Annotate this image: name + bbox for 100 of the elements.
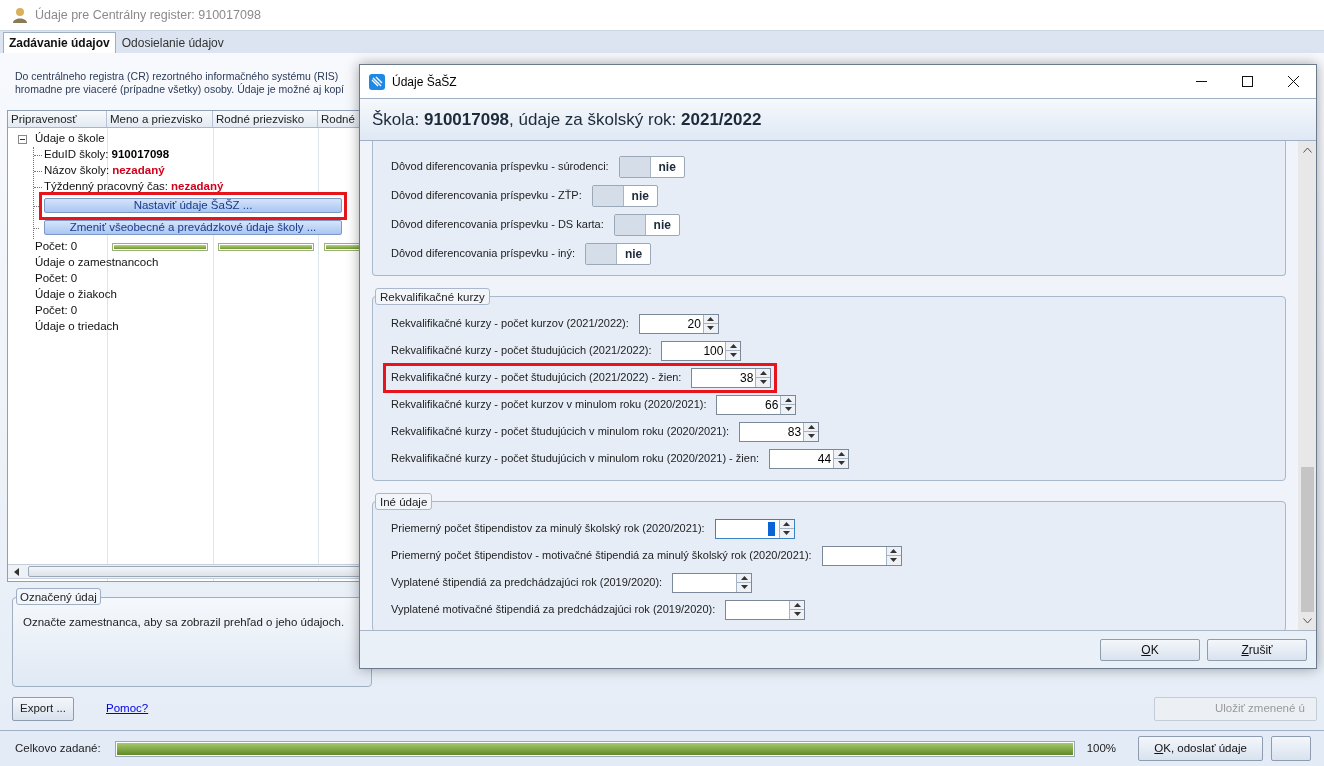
spin-up-button[interactable] (790, 600, 805, 610)
spin-down-button[interactable] (834, 459, 849, 468)
number-spinner[interactable]: 44 (769, 448, 850, 469)
tree-action-button[interactable]: Zmeniť všeobecné a prevádzkové údaje školy ... (44, 220, 342, 236)
field-label: Rekvalifikačné kurzy - počet kurzov v minulom roku (2020/2021): (391, 397, 707, 413)
group-title: Označený údaj (16, 588, 101, 605)
group-title: Iné údaje (375, 493, 433, 510)
export-button[interactable]: Export ... (12, 697, 74, 721)
down-arrow-icon (707, 326, 715, 331)
down-arrow-icon (759, 380, 767, 385)
number-spinner[interactable]: 38 (691, 367, 772, 388)
spin-up-button[interactable] (779, 519, 794, 529)
up-arrow-icon (807, 424, 815, 429)
tree-item-value: 910017098 (111, 147, 170, 163)
field-label: Dôvod diferencovania príspevku - iný: (391, 246, 576, 262)
dialog-button[interactable]: Zrušiť (1207, 638, 1307, 661)
tree-item[interactable]: Počet: 0 (35, 304, 78, 317)
down-arrow-icon (837, 461, 845, 466)
number-value: 38 (740, 369, 754, 387)
up-arrow-icon (740, 575, 748, 580)
send-button[interactable]: OK, odoslať údaje (1138, 736, 1264, 761)
spin-up-button[interactable] (737, 573, 752, 583)
number-value: 83 (787, 423, 802, 441)
field-label: Priemerný počet štipendistov za minulý školský rok (2020/2021): (391, 521, 705, 537)
spin-up-button[interactable] (804, 422, 819, 432)
expander-toggle[interactable] (18, 134, 27, 144)
spin-down-button[interactable] (779, 529, 794, 538)
save-button: Uložiť zmenené ú (1154, 697, 1317, 721)
spin-up-button[interactable] (781, 395, 796, 405)
number-spinner[interactable]: 66 (716, 394, 797, 415)
toggle-switch[interactable]: nie (613, 213, 680, 236)
field-label: Dôvod diferencovania príspevku - ZŤP: (391, 188, 582, 204)
spin-down-button[interactable] (886, 556, 901, 565)
spin-down-button[interactable] (781, 405, 796, 414)
scroll-up-icon (1302, 147, 1312, 153)
info-text: hromadne pre viaceré (prípadne všetky) osoby. Údaje je možné aj kopí (15, 83, 344, 96)
tab[interactable]: Zadávanie údajov (3, 32, 116, 53)
field-label: Vyplatené motivačné štipendiá za predchádzajúci rok (2019/2020): (391, 602, 716, 618)
spin-up-button[interactable] (726, 341, 741, 351)
tree-action-button[interactable]: Nastaviť údaje ŠaŠZ ... (44, 198, 342, 214)
dialog-button[interactable]: OK (1100, 638, 1200, 661)
tree-item-value: nezadaný (171, 179, 224, 195)
toolbar-button[interactable] (1271, 736, 1312, 761)
help-link[interactable]: Pomoc? (106, 700, 149, 718)
column-header[interactable]: Pripravenosť (8, 111, 107, 127)
toggle-switch[interactable]: nie (585, 242, 652, 265)
tree-item[interactable]: Údaje o škole (35, 130, 105, 148)
group-title: Rekvalifikačné kurzy (375, 288, 490, 305)
up-arrow-icon (890, 548, 898, 553)
dialog-title: Údaje ŠaŠZ (392, 73, 457, 91)
up-arrow-icon (707, 316, 715, 321)
number-spinner[interactable]: 100 (661, 340, 742, 361)
spin-down-button[interactable] (804, 432, 819, 441)
info-text: Do centrálneho registra (CR) rezortného informačného systému (RIS) (15, 70, 339, 83)
spin-down-button[interactable] (703, 324, 718, 333)
field-label: Dôvod diferencovania príspevku - súrodenci: (391, 159, 609, 175)
scroll-thumb[interactable] (1300, 467, 1314, 612)
spin-down-button[interactable] (756, 378, 771, 387)
tree-item-label[interactable]: Názov školy: (44, 162, 110, 180)
down-arrow-icon (729, 353, 737, 358)
tree-item[interactable]: Počet: 0 (35, 272, 78, 285)
tree-item[interactable]: Údaje o zamestnancoch (35, 256, 159, 269)
minimize-icon (1195, 81, 1207, 82)
spin-down-button[interactable] (726, 351, 741, 360)
toggle-switch[interactable]: nie (591, 184, 658, 207)
toggle-switch[interactable]: nie (618, 155, 685, 178)
person-icon (12, 7, 28, 23)
column-header[interactable]: Rodné priezvisko (213, 111, 318, 127)
tree-item-label[interactable]: EduID školy: (44, 146, 109, 164)
down-arrow-icon (890, 558, 898, 563)
up-arrow-icon (793, 602, 801, 607)
spin-up-button[interactable] (886, 546, 901, 556)
up-arrow-icon (783, 521, 791, 526)
vertical-scrollbar[interactable] (1298, 141, 1316, 630)
number-spinner[interactable] (725, 599, 806, 620)
spin-down-button[interactable] (790, 610, 805, 619)
spin-up-button[interactable] (703, 314, 718, 324)
tree-item[interactable]: Údaje o triedach (35, 320, 119, 333)
spin-up-button[interactable] (756, 368, 771, 378)
number-spinner[interactable]: 83 (739, 421, 820, 442)
heading-text: Škola: 910017098, údaje za školský rok: 2021/2022 (372, 108, 762, 131)
tree-item[interactable]: Počet: 0 (35, 240, 78, 253)
text-cursor-icon (767, 521, 775, 536)
spin-up-button[interactable] (834, 449, 849, 459)
hint-text: Označte zamestnanca, aby sa zobrazil prehľad o jeho údajoch. (23, 615, 346, 630)
field-label: Rekvalifikačné kurzy - počet kurzov (2021/2022): (391, 316, 629, 332)
spin-down-button[interactable] (737, 583, 752, 592)
number-spinner[interactable] (821, 545, 902, 566)
number-spinner[interactable]: 20 (638, 313, 719, 334)
number-spinner[interactable] (672, 572, 753, 593)
tree-item[interactable]: Údaje o žiakoch (35, 288, 117, 301)
tree-item-label[interactable]: Týždenný pracovný čas: (44, 178, 168, 196)
up-arrow-icon (784, 397, 792, 402)
number-spinner[interactable] (714, 518, 795, 539)
down-arrow-icon (793, 612, 801, 617)
close-icon (1287, 76, 1299, 87)
tab[interactable]: Odosielanie údajov (115, 32, 230, 53)
toggle-text: nie (657, 158, 677, 176)
field-label: Rekvalifikačné kurzy - počet študujúcich v minulom roku (2020/2021): (391, 424, 730, 440)
column-header[interactable]: Meno a priezvisko (107, 111, 213, 127)
